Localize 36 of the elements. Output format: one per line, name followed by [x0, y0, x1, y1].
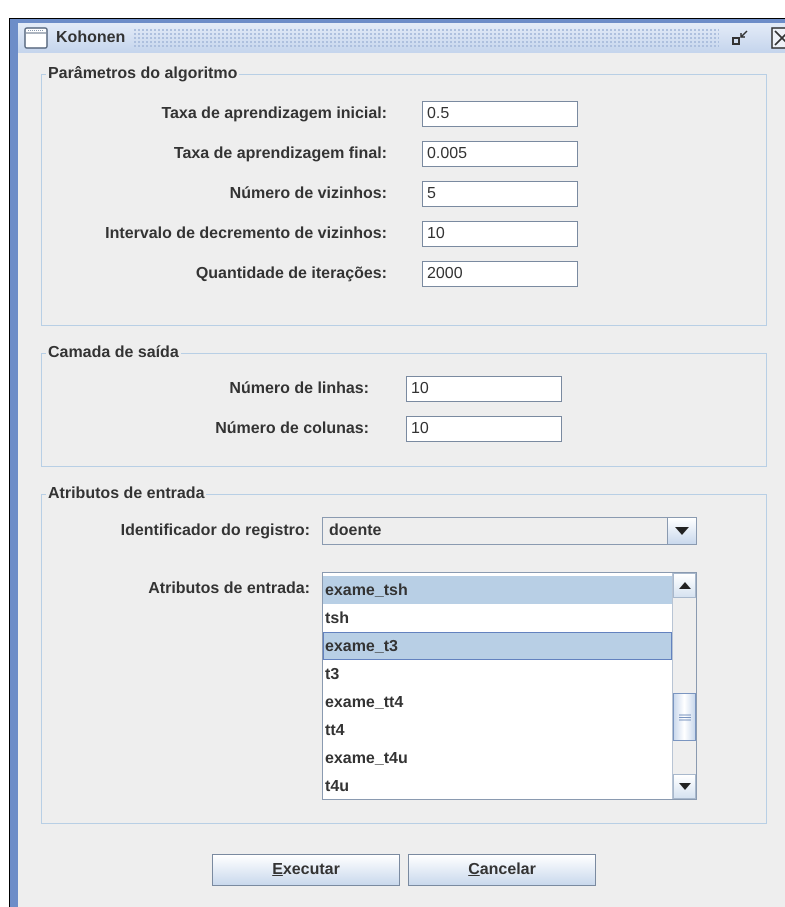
list-item[interactable]: exame_t3 [323, 632, 672, 660]
list-item[interactable]: tsh [323, 604, 672, 632]
scroll-thumb[interactable] [673, 693, 696, 741]
window-icon [24, 27, 48, 49]
field-label: Taxa de aprendizagem final: [172, 144, 387, 164]
text-field[interactable]: 2000 [422, 261, 578, 287]
text-field[interactable]: 10 [406, 376, 562, 402]
restore-icon[interactable] [731, 29, 749, 47]
text-field[interactable]: 10 [422, 221, 578, 247]
field-label: Intervalo de decremento de vizinhos: [104, 224, 387, 244]
list-item[interactable]: exame_tsh [323, 576, 672, 604]
attribute-list[interactable]: exame_tsh tsh exame_t3 t3 exame_tt4 tt4 exame_t4u t4u [322, 572, 697, 800]
dropdown[interactable]: doente [322, 517, 697, 545]
text-field[interactable]: 5 [422, 181, 578, 207]
text-field[interactable]: 0.5 [422, 101, 578, 127]
window-title: Kohonen [56, 28, 126, 48]
dropdown-arrow-icon [675, 527, 689, 535]
field-label: Número de colunas: [214, 419, 369, 439]
field-label: Taxa de aprendizagem inicial: [160, 104, 387, 124]
list-item[interactable]: exame_t4u [323, 744, 672, 772]
field-label: Identificador do registro: [120, 521, 310, 541]
list-item[interactable]: exame_tt4 [323, 688, 672, 716]
scrollbar[interactable] [672, 573, 696, 799]
text-field[interactable]: 10 [406, 416, 562, 442]
dialog-button[interactable]: Executar [212, 854, 400, 886]
list-item[interactable]: t4u [323, 772, 672, 800]
scroll-down-icon[interactable] [678, 783, 690, 790]
scroll-up-icon[interactable] [678, 582, 690, 589]
text-field[interactable]: 0.005 [422, 141, 578, 167]
field-label: Atributos de entrada: [147, 579, 310, 599]
list-item[interactable]: t3 [323, 660, 672, 688]
field-label: Número de linhas: [228, 379, 369, 399]
field-label: Número de vizinhos: [228, 184, 387, 204]
dialog-button[interactable]: Cancelar [408, 854, 596, 886]
list-item[interactable]: tt4 [323, 716, 672, 744]
field-label: Quantidade de iterações: [194, 264, 387, 284]
